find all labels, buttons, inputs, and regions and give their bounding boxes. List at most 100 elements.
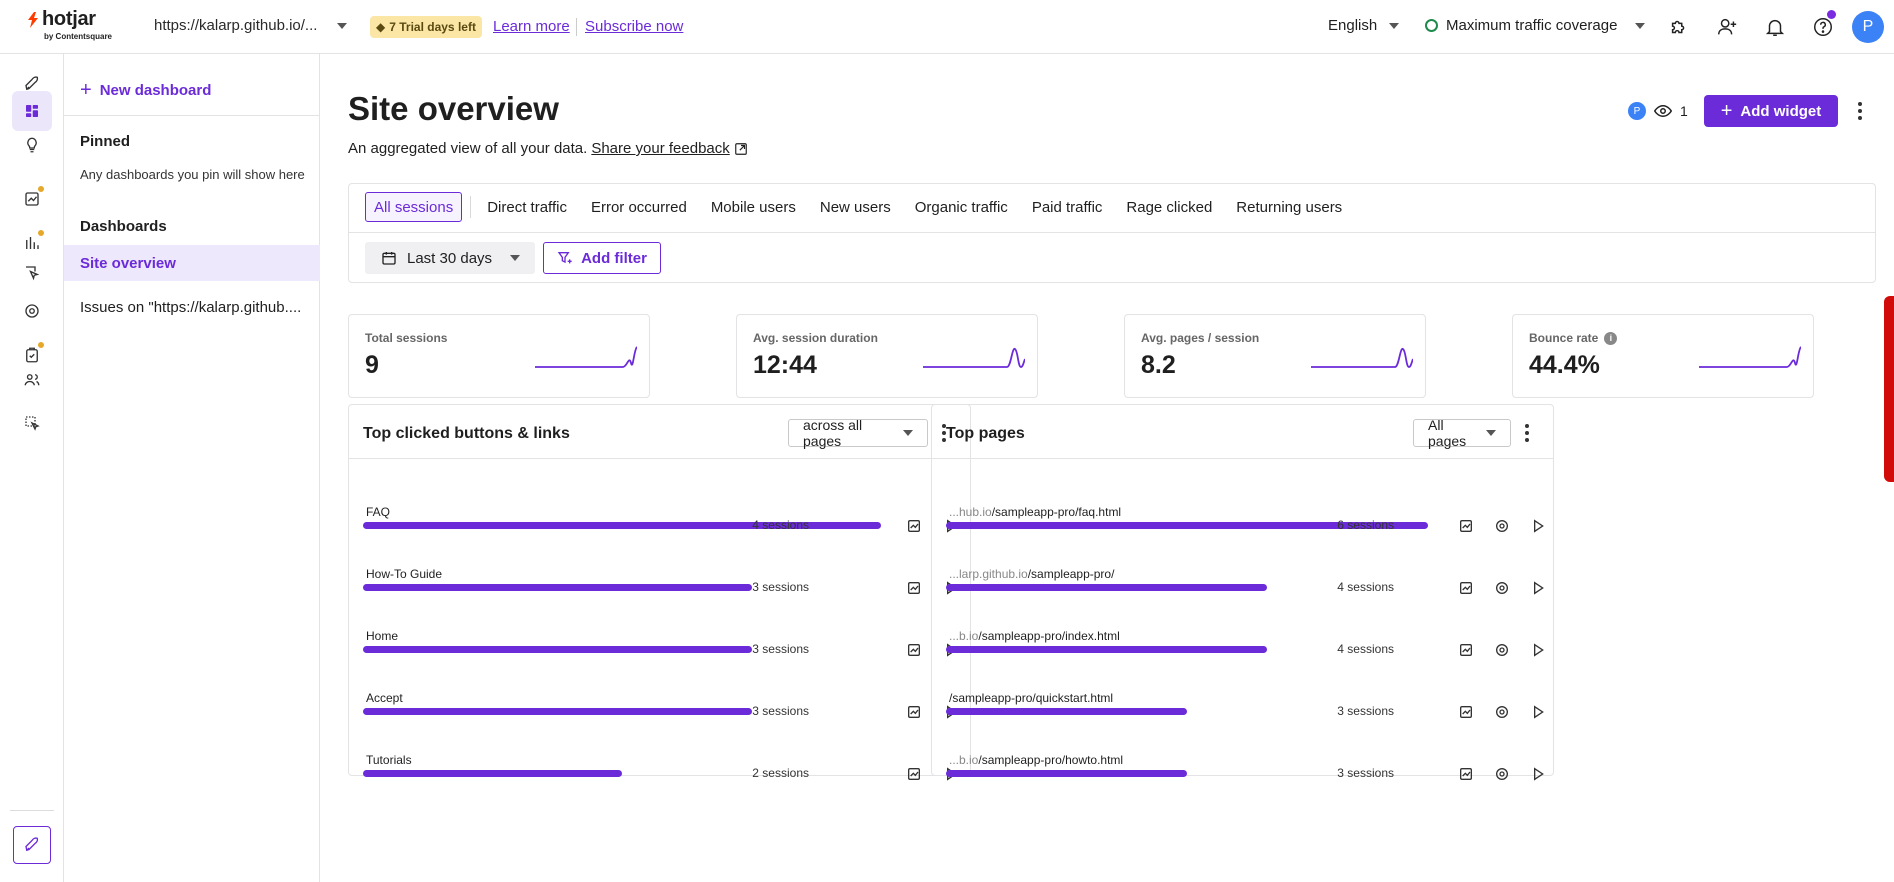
select-area-icon [25, 416, 40, 431]
viewer-count: 1 [1680, 103, 1688, 119]
heatmap-icon[interactable] [904, 516, 924, 536]
page-more-menu-button[interactable] [1850, 99, 1870, 123]
divider [576, 18, 577, 36]
rail-item-funnels[interactable] [12, 403, 52, 443]
plus-icon: + [1720, 100, 1733, 122]
feedback-icon[interactable] [1492, 702, 1512, 722]
session-count: 3 sessions [752, 642, 809, 656]
tab-organic-traffic[interactable]: Organic traffic [907, 192, 1016, 222]
feedback-tab[interactable] [1884, 296, 1894, 482]
rail-item-recordings[interactable] [12, 253, 52, 293]
session-bar [946, 646, 1267, 653]
heatmap-icon[interactable] [1456, 640, 1476, 660]
clicked-scope-selector[interactable]: across all pages [788, 417, 928, 449]
add-filter-button[interactable]: Add filter [543, 242, 661, 274]
url-path: /sampleapp-pro/quickstart.html [949, 691, 1114, 705]
new-badge-dot [38, 230, 44, 236]
row-label: ...larp.github.io/sampleapp-pro/ [949, 567, 1114, 581]
learn-more-link[interactable]: Learn more [493, 18, 570, 35]
tab-direct-traffic[interactable]: Direct traffic [479, 192, 575, 222]
traffic-coverage-selector[interactable]: Maximum traffic coverage [1425, 17, 1646, 34]
session-count: 6 sessions [1337, 518, 1394, 532]
hotjar-logo[interactable]: hotjar by Contentsquare [26, 8, 126, 44]
info-icon[interactable]: i [1604, 331, 1618, 345]
kpi-label-text: Bounce rate [1529, 331, 1599, 345]
pinned-heading: Pinned [80, 133, 131, 150]
add-widget-button[interactable]: + Add widget [1704, 95, 1838, 127]
tab-paid-traffic[interactable]: Paid traffic [1024, 192, 1111, 222]
feedback-icon[interactable] [1492, 640, 1512, 660]
rail-item-insights[interactable] [12, 125, 52, 165]
row-label: How-To Guide [366, 567, 443, 581]
rail-item-trends[interactable] [12, 179, 52, 219]
help-button[interactable] [1806, 10, 1840, 44]
sidebar-item-site-overview[interactable]: Site overview [64, 245, 320, 281]
kpi-label: Avg. pages / session [1141, 331, 1260, 345]
subscribe-link[interactable]: Subscribe now [585, 18, 683, 35]
card-title: Top pages [946, 425, 1025, 442]
sidebar-item-issues[interactable]: Issues on "https://kalarp.github.... [64, 289, 320, 325]
row-label: FAQ [366, 505, 391, 519]
session-count: 4 sessions [1337, 580, 1394, 594]
invite-user-button[interactable] [1710, 10, 1744, 44]
play-icon[interactable] [1528, 640, 1548, 660]
tab-error-occurred[interactable]: Error occurred [583, 192, 695, 222]
feedback-icon[interactable] [1492, 578, 1512, 598]
tab-returning-users[interactable]: Returning users [1228, 192, 1350, 222]
session-count: 3 sessions [752, 580, 809, 594]
url-prefix: ...b.io [949, 629, 979, 643]
kpi-avg-pages-per-session[interactable]: Avg. pages / session 8.2 [1124, 314, 1426, 398]
session-count: 3 sessions [752, 704, 809, 718]
list-item: /sampleapp-pro/quickstart.html 3 sessions [946, 691, 1544, 731]
pages-scope-selector[interactable]: All pages [1413, 417, 1511, 449]
share-feedback-link[interactable]: Share your feedback [591, 140, 729, 157]
kpi-label: Total sessions [365, 331, 448, 345]
heatmap-icon[interactable] [904, 764, 924, 784]
play-icon[interactable] [1528, 516, 1548, 536]
row-label: Accept [366, 691, 403, 705]
feedback-icon[interactable] [1492, 764, 1512, 784]
site-selector[interactable]: https://kalarp.github.io/... [154, 17, 348, 34]
language-selector[interactable]: English [1328, 17, 1400, 34]
integrations-button[interactable] [1662, 10, 1696, 44]
rail-item-feedback[interactable] [12, 291, 52, 331]
notifications-button[interactable] [1758, 10, 1792, 44]
filter-plus-icon [557, 252, 572, 264]
onboarding-button[interactable] [13, 826, 51, 864]
traffic-label: Maximum traffic coverage [1446, 17, 1618, 34]
card-more-menu-button[interactable] [1517, 421, 1537, 445]
new-dashboard-button[interactable]: + New dashboard [80, 80, 211, 100]
row-label: /sampleapp-pro/quickstart.html [949, 691, 1113, 705]
row-label: ...b.io/sampleapp-pro/howto.html [949, 753, 1123, 767]
heatmap-icon[interactable] [1456, 516, 1476, 536]
play-icon[interactable] [1528, 702, 1548, 722]
divider [64, 115, 320, 116]
eye-icon [1654, 104, 1672, 118]
kpi-total-sessions[interactable]: Total sessions 9 [348, 314, 650, 398]
rail-item-interviews[interactable] [12, 360, 52, 400]
help-notification-dot [1827, 10, 1836, 19]
heatmap-icon[interactable] [904, 578, 924, 598]
heatmap-icon[interactable] [904, 640, 924, 660]
calendar-icon [382, 252, 396, 265]
kpi-bounce-rate[interactable]: Bounce rate i 44.4% [1512, 314, 1814, 398]
tab-rage-clicked[interactable]: Rage clicked [1118, 192, 1220, 222]
play-icon[interactable] [1528, 764, 1548, 784]
play-icon[interactable] [1528, 578, 1548, 598]
top-pages-card: Top pages All pages ...hub.io/sampleapp-… [931, 404, 1554, 781]
kpi-avg-session-duration[interactable]: Avg. session duration 12:44 [736, 314, 1038, 398]
tab-mobile-users[interactable]: Mobile users [703, 192, 804, 222]
rocket-icon [25, 837, 39, 852]
heatmap-icon[interactable] [1456, 702, 1476, 722]
tab-all-sessions[interactable]: All sessions [365, 192, 463, 222]
heatmap-icon[interactable] [1456, 764, 1476, 784]
user-avatar[interactable]: P [1852, 11, 1884, 43]
heatmap-icon[interactable] [904, 702, 924, 722]
list-item: FAQ 4 sessions [363, 505, 959, 545]
heatmap-icon[interactable] [1456, 578, 1476, 598]
top-icons: P [1648, 10, 1894, 44]
url-prefix: ...larp.github.io [949, 567, 1028, 581]
tab-new-users[interactable]: New users [812, 192, 899, 222]
feedback-icon[interactable] [1492, 516, 1512, 536]
date-range-selector[interactable]: Last 30 days [365, 242, 535, 274]
